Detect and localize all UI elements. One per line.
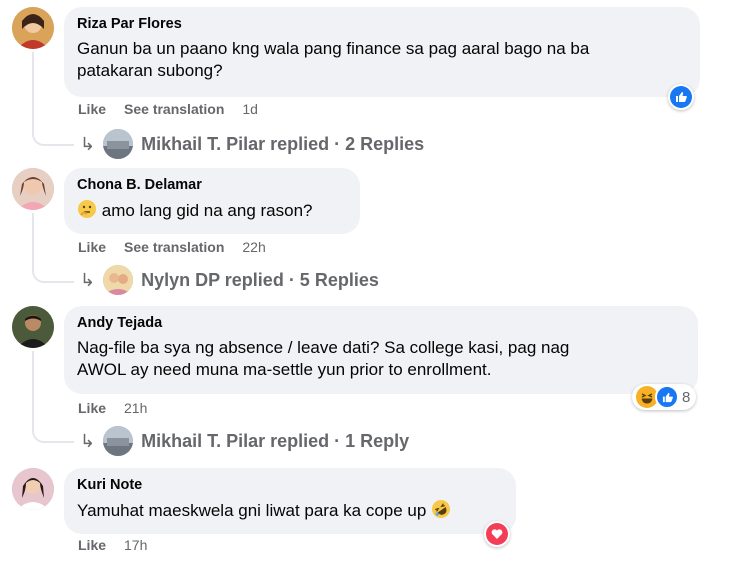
like-icon bbox=[655, 385, 679, 409]
view-replies-link[interactable]: ↳ Mikhail T. Pilar replied · 2 Replies bbox=[80, 129, 424, 159]
avatar[interactable] bbox=[12, 468, 54, 510]
reaction-summary[interactable] bbox=[484, 521, 510, 547]
reply-count: · 2 Replies bbox=[334, 133, 425, 154]
reply-arrow-icon: ↳ bbox=[80, 430, 96, 451]
comment-author[interactable]: Riza Par Flores bbox=[77, 15, 688, 33]
avatar[interactable] bbox=[12, 168, 54, 210]
comment-time[interactable]: 1d bbox=[242, 100, 258, 118]
like-button[interactable]: Like bbox=[78, 238, 106, 256]
reply-author: Nylyn DP replied bbox=[141, 269, 284, 290]
comment-text: AWOL ay need muna ma-settle yun prior to… bbox=[77, 360, 492, 379]
like-button[interactable]: Like bbox=[78, 399, 106, 417]
view-replies-link[interactable]: ↳ Mikhail T. Pilar replied · 1 Reply bbox=[80, 426, 409, 456]
thinking-face-emoji bbox=[77, 199, 97, 225]
reaction-count: 8 bbox=[682, 388, 691, 406]
comment-text: Yamuhat maeskwela gni liwat para ka cope… bbox=[77, 501, 427, 520]
like-button[interactable]: Like bbox=[78, 536, 106, 554]
comment-bubble: Andy Tejada Nag-file ba sya ng absence /… bbox=[64, 306, 698, 394]
comment-author[interactable]: Andy Tejada bbox=[77, 314, 686, 332]
reply-count: · 5 Replies bbox=[288, 269, 379, 290]
comment-bubble: Riza Par Flores Ganun ba un paano kng wa… bbox=[64, 7, 700, 97]
avatar[interactable] bbox=[12, 306, 54, 348]
avatar[interactable] bbox=[12, 7, 54, 49]
view-replies-link[interactable]: ↳ Nylyn DP replied · 5 Replies bbox=[80, 265, 379, 295]
comment-author[interactable]: Kuri Note bbox=[77, 476, 504, 494]
reaction-summary[interactable] bbox=[668, 84, 694, 110]
reply-count: · 1 Reply bbox=[334, 430, 410, 451]
reply-avatar bbox=[103, 129, 134, 159]
comment-time[interactable]: 21h bbox=[124, 399, 147, 417]
love-icon bbox=[486, 523, 508, 545]
comment-actions: Like 21h bbox=[78, 399, 147, 417]
comment-actions: Like See translation 1d bbox=[78, 100, 258, 118]
comment-bubble: Chona B. Delamar amo lang gid na ang ras… bbox=[64, 168, 360, 234]
comment-actions: Like 17h bbox=[78, 536, 147, 554]
comment-text: Ganun ba un paano kng wala pang finance … bbox=[77, 39, 590, 58]
see-translation-link[interactable]: See translation bbox=[124, 100, 224, 118]
see-translation-link[interactable]: See translation bbox=[124, 238, 224, 256]
comment-author[interactable]: Chona B. Delamar bbox=[77, 176, 348, 194]
reply-author: Mikhail T. Pilar replied bbox=[141, 430, 330, 451]
comment-actions: Like See translation 22h bbox=[78, 238, 266, 256]
comment-text: patakaran subong? bbox=[77, 61, 223, 80]
like-icon bbox=[670, 86, 692, 108]
reply-avatar bbox=[103, 265, 134, 295]
reply-avatar bbox=[103, 426, 134, 456]
reaction-summary[interactable]: 8 bbox=[632, 384, 697, 410]
rolling-laughing-emoji bbox=[431, 499, 451, 525]
comment-bubble: Kuri Note Yamuhat maeskwela gni liwat pa… bbox=[64, 468, 516, 534]
comment-text: Nag-file ba sya ng absence / leave dati?… bbox=[77, 338, 570, 357]
comment-time[interactable]: 17h bbox=[124, 536, 147, 554]
comment-text: amo lang gid na ang rason? bbox=[101, 201, 313, 220]
like-button[interactable]: Like bbox=[78, 100, 106, 118]
comment-time[interactable]: 22h bbox=[242, 238, 265, 256]
reply-author: Mikhail T. Pilar replied bbox=[141, 133, 330, 154]
reply-arrow-icon: ↳ bbox=[80, 269, 96, 290]
reply-arrow-icon: ↳ bbox=[80, 133, 96, 154]
